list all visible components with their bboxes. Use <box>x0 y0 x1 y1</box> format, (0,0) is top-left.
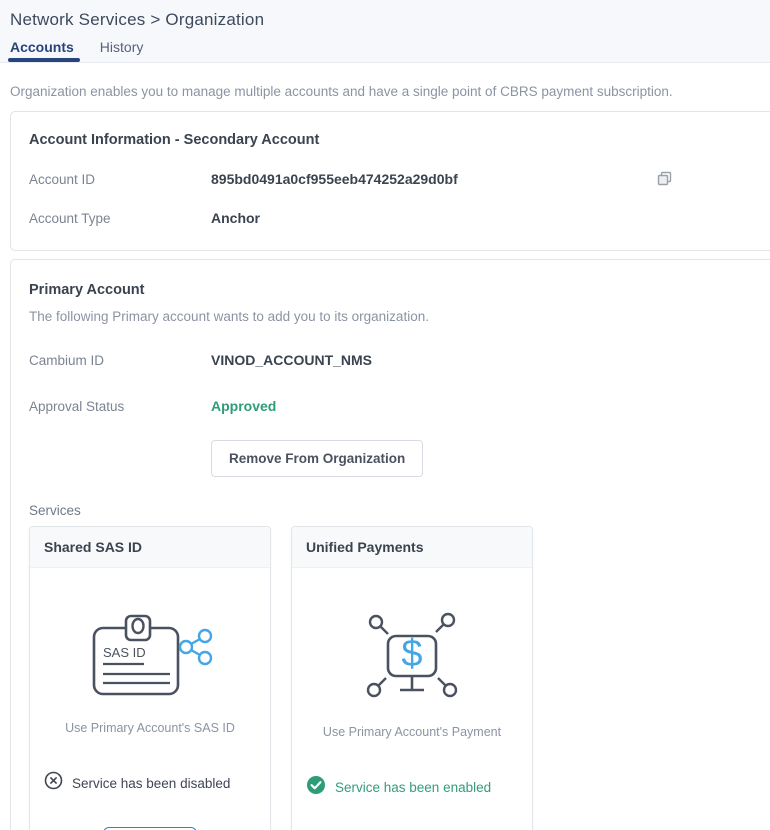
breadcrumb: Network Services > Organization <box>10 10 770 30</box>
disabled-cross-circle-icon <box>44 771 63 795</box>
page-description: Organization enables you to manage multi… <box>10 84 770 99</box>
approval-status-label: Approval Status <box>29 399 211 414</box>
shared-sas-id-description: Use Primary Account's SAS ID <box>65 721 235 735</box>
account-information-card: Account Information - Secondary Account … <box>10 111 770 251</box>
tab-history[interactable]: History <box>100 39 144 62</box>
account-type-label: Account Type <box>29 211 211 226</box>
account-information-title: Account Information - Secondary Account <box>29 132 767 148</box>
services-label: Services <box>29 503 767 518</box>
shared-sas-id-title: Shared SAS ID <box>44 539 256 555</box>
account-type-value: Anchor <box>211 210 260 226</box>
services-row: Shared SAS ID SAS ID <box>29 526 767 830</box>
account-id-row: Account ID 895bd0491a0cf955eeb474252a29d… <box>29 171 767 187</box>
unified-payments-header: Unified Payments <box>292 527 532 568</box>
service-card-shared-sas-id: Shared SAS ID SAS ID <box>29 526 271 830</box>
sas-id-icon-text: SAS ID <box>103 645 146 660</box>
service-card-unified-payments: Unified Payments <box>291 526 533 830</box>
dollar-symbol: $ <box>401 633 422 675</box>
copy-account-id-button[interactable] <box>657 171 673 187</box>
shared-sas-id-body: SAS ID Use Primary Account's SAS ID <box>30 568 270 830</box>
unified-payments-body: $ Use Primary Account's Payment Service … <box>292 568 532 830</box>
enabled-check-circle-icon <box>306 775 326 800</box>
page-header: Network Services > Organization Accounts… <box>0 0 770 63</box>
cambium-id-label: Cambium ID <box>29 353 211 368</box>
tab-bar: Accounts History <box>10 39 770 62</box>
cambium-id-value: VINOD_ACCOUNT_NMS <box>211 352 372 368</box>
shared-sas-id-header: Shared SAS ID <box>30 527 270 568</box>
unified-payments-icon: $ <box>352 608 472 709</box>
shared-sas-id-status: Service has been disabled <box>44 771 230 795</box>
tab-accounts[interactable]: Accounts <box>10 39 74 62</box>
unified-payments-status-text: Service has been enabled <box>335 780 491 795</box>
unified-payments-title: Unified Payments <box>306 539 518 555</box>
shared-sas-id-status-text: Service has been disabled <box>72 776 230 791</box>
sas-id-badge-icon: SAS ID <box>86 608 214 705</box>
approval-status-row: Approval Status Approved <box>29 398 767 414</box>
account-id-label: Account ID <box>29 172 211 187</box>
copy-icon <box>657 175 673 190</box>
cambium-id-row: Cambium ID VINOD_ACCOUNT_NMS <box>29 352 767 368</box>
approval-status-value: Approved <box>211 398 276 414</box>
unified-payments-description: Use Primary Account's Payment <box>323 725 501 739</box>
account-type-row: Account Type Anchor <box>29 210 767 226</box>
primary-account-subtitle: The following Primary account wants to a… <box>29 309 767 324</box>
account-id-value: 895bd0491a0cf955eeb474252a29d0bf <box>211 171 458 187</box>
remove-from-organization-button[interactable]: Remove From Organization <box>211 440 423 477</box>
primary-account-title: Primary Account <box>29 282 767 298</box>
primary-account-card: Primary Account The following Primary ac… <box>10 259 770 830</box>
unified-payments-status: Service has been enabled <box>306 775 491 800</box>
